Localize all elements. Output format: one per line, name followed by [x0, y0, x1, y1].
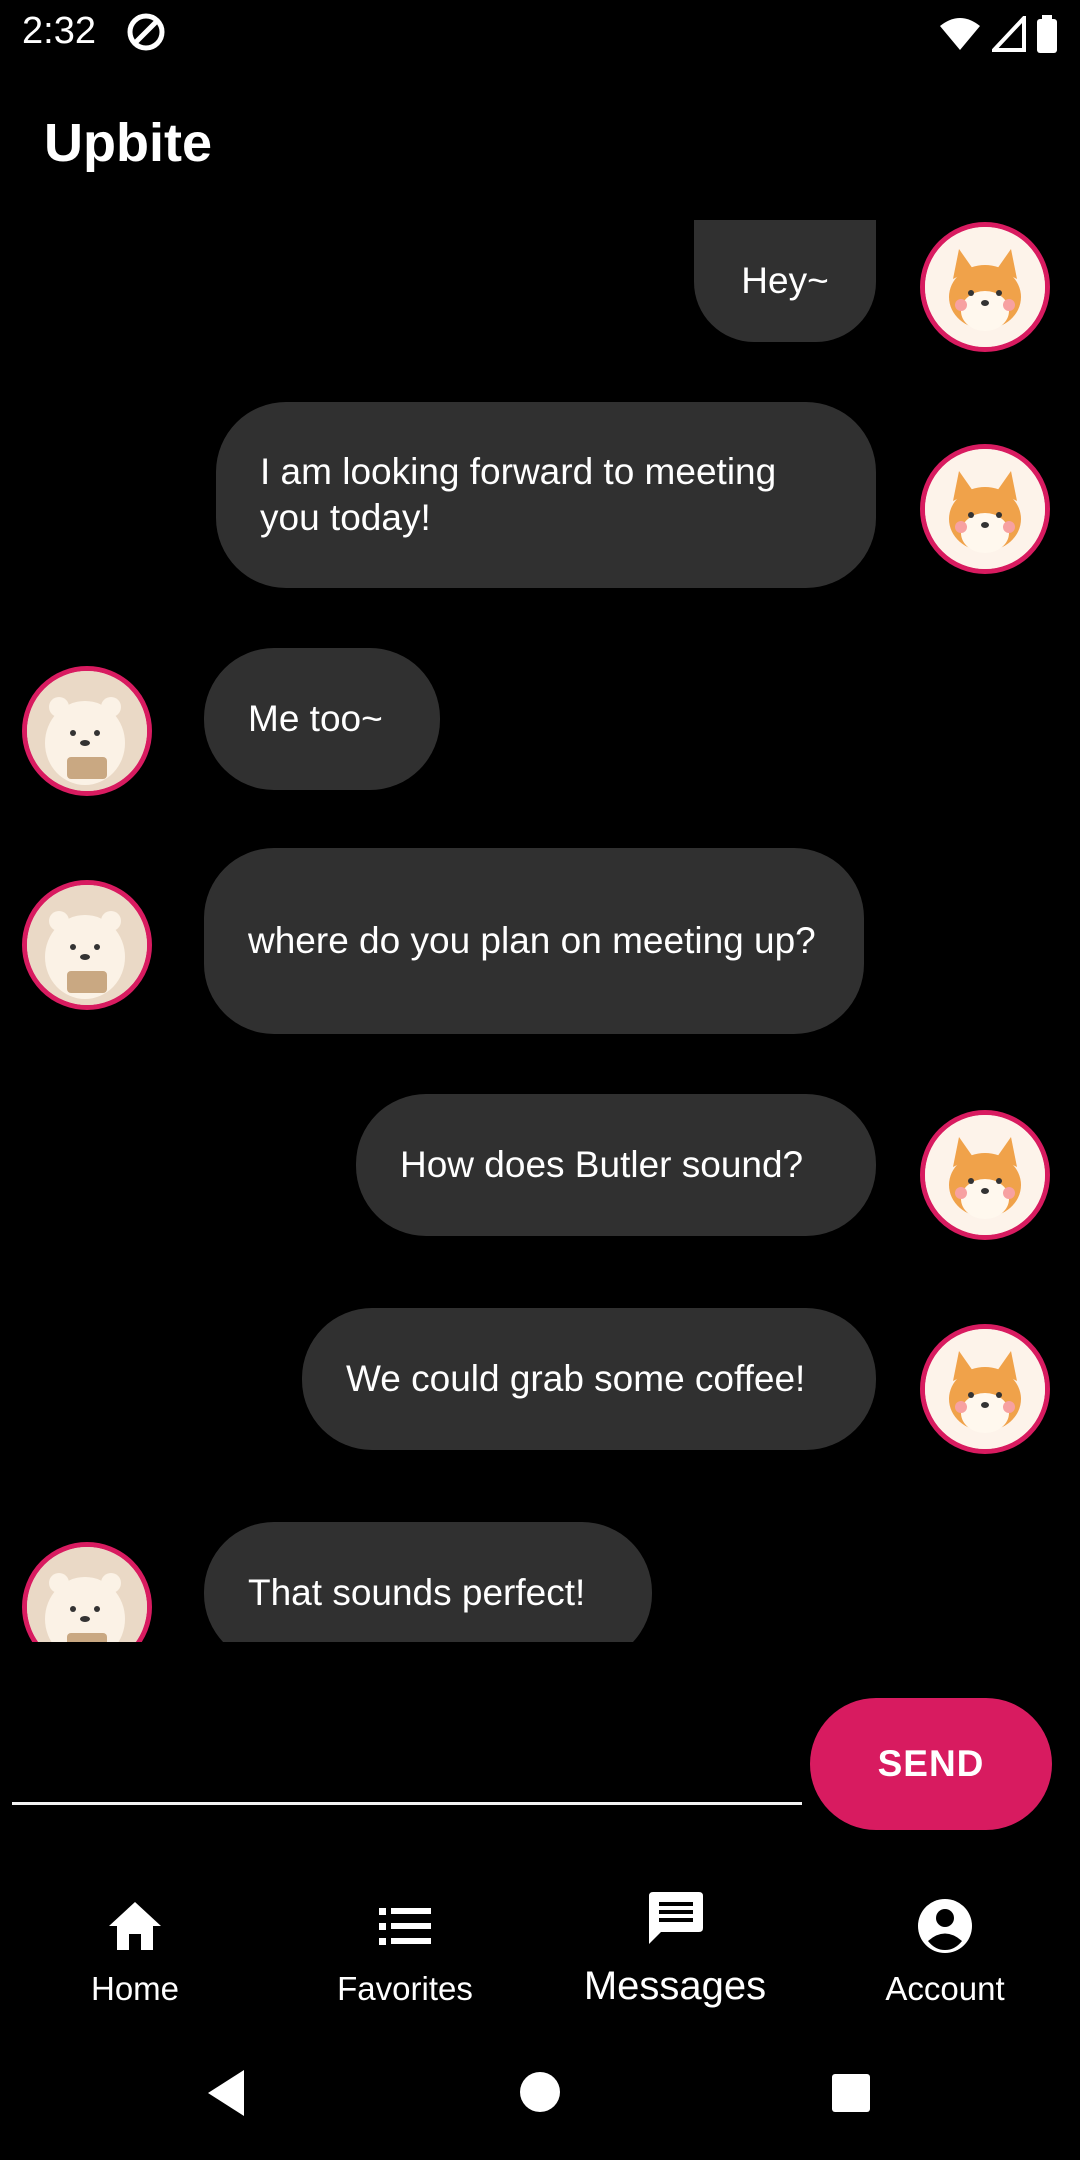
- bear-avatar: [22, 1542, 152, 1642]
- nav-item-home[interactable]: Home: [0, 1880, 270, 2030]
- message-input[interactable]: [12, 1700, 802, 1800]
- message-bubble: Me too~: [204, 648, 440, 790]
- bear-avatar: [22, 880, 152, 1010]
- message-bubble: That sounds perfect!: [204, 1522, 652, 1642]
- account-icon: [918, 1899, 972, 1953]
- message-input-underline: [12, 1802, 802, 1805]
- at-sign-icon: [127, 13, 165, 51]
- nav-label: Home: [90, 1970, 180, 2007]
- chat-list[interactable]: Hey~ I am looking forward to meeting you…: [0, 220, 1080, 1642]
- nav-item-account[interactable]: Account: [810, 1880, 1080, 2030]
- message-icon: [649, 1892, 703, 1944]
- dog-avatar: [920, 1110, 1050, 1240]
- message-bubble: We could grab some coffee!: [302, 1308, 876, 1450]
- bear-avatar-icon: [27, 671, 147, 791]
- message-bubble: Hey~: [694, 220, 876, 342]
- nav-item-messages[interactable]: Messages: [540, 1880, 810, 2030]
- bear-avatar-icon: [27, 885, 147, 1005]
- dog-avatar-icon: [925, 227, 1045, 347]
- back-icon[interactable]: [204, 2068, 248, 2118]
- message-bubble: I am looking forward to meeting you toda…: [216, 402, 876, 588]
- status-icons: [938, 14, 1058, 54]
- status-bar: 2:32: [0, 0, 1080, 66]
- battery-icon: [1037, 15, 1057, 53]
- system-navigation-bar: [0, 2030, 1080, 2160]
- wifi-icon: [940, 18, 980, 50]
- bear-avatar-icon: [27, 1547, 147, 1642]
- app-title: Upbite: [44, 113, 212, 173]
- send-button[interactable]: SEND: [810, 1698, 1052, 1830]
- nav-label: Favorites: [337, 1970, 473, 2007]
- nav-item-favorites[interactable]: Favorites: [270, 1880, 540, 2030]
- list-icon: [379, 1908, 431, 1945]
- dog-avatar: [920, 1324, 1050, 1454]
- nav-label: Messages: [583, 1964, 767, 2008]
- message-bubble: How does Butler sound?: [356, 1094, 876, 1236]
- nav-label: Account: [885, 1970, 1005, 2007]
- signal-icon: [992, 16, 1026, 52]
- message-bubble: where do you plan on meeting up?: [204, 848, 864, 1034]
- dog-avatar: [920, 444, 1050, 574]
- dog-avatar-icon: [925, 1115, 1045, 1235]
- status-time: 2:32: [22, 10, 96, 52]
- dog-avatar: [920, 222, 1050, 352]
- bottom-navigation: Home Favorites Messages Account: [0, 1880, 1080, 2030]
- recents-icon[interactable]: [830, 2072, 872, 2114]
- home-circle-icon[interactable]: [518, 2070, 562, 2114]
- home-icon: [109, 1902, 161, 1950]
- dog-avatar-icon: [925, 449, 1045, 569]
- dog-avatar-icon: [925, 1329, 1045, 1449]
- bear-avatar: [22, 666, 152, 796]
